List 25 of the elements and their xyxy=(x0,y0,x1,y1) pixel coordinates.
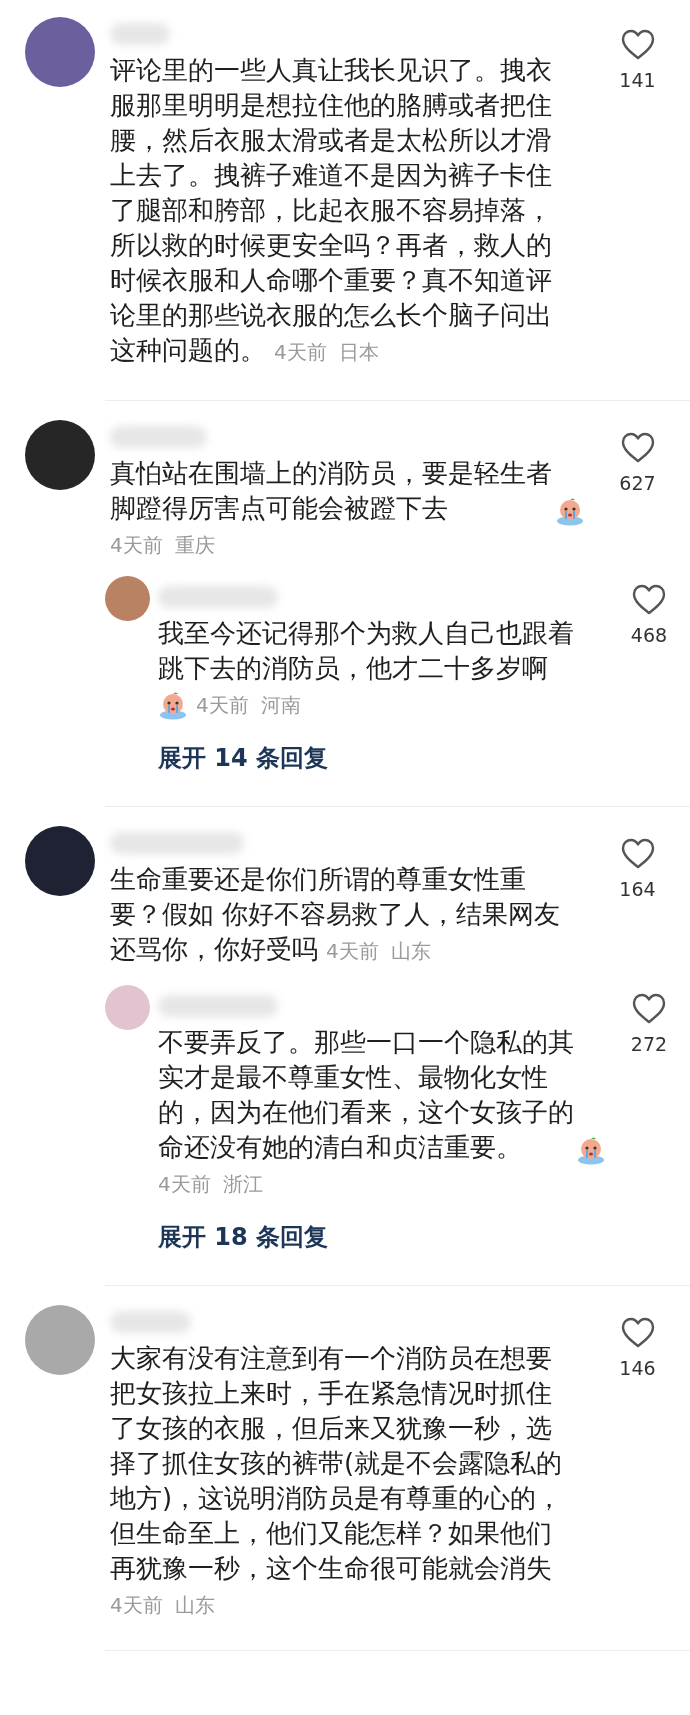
time-location: 4天前 山东 xyxy=(110,1592,216,1619)
comment-text: 不要弄反了。那些一口一个隐私的其实才是最不尊重女性、最物化女性的，因为在他们看来，这个女孩子的命还没有她的清白和贞洁重要。 xyxy=(158,1026,575,1164)
comment-text: 评论里的一些人真让我长见识了。拽衣服那里明明是想拉住他的胳膊或者把住腰，然后衣服太滑或者是太松所以才滑上去了。拽裤子难道不是因为裤子卡住了腿部和胯部，比起衣服不容易掉落，所以救的时候更安全吗？再者，救人的时候衣服和人命哪个重要？真不知道评论里的那些说衣服的怎么长个脑子问出这种问题的。 4天前 日本 xyxy=(110,54,553,367)
time-location: 4天前 重庆 xyxy=(110,532,216,559)
like-icon[interactable] xyxy=(632,993,666,1024)
comment-text: 我至今还记得那个为救人自己也跟着跳下去的消防员，他才二十多岁啊 xyxy=(158,617,575,685)
like-icon[interactable] xyxy=(620,432,655,463)
like-icon[interactable] xyxy=(620,1317,655,1348)
time-location: 4天前 河南 xyxy=(196,692,302,719)
like-count: 272 xyxy=(630,1032,668,1057)
blurred-username xyxy=(110,23,170,45)
like-icon[interactable] xyxy=(620,29,655,60)
like-icon[interactable] xyxy=(632,584,666,615)
like-count: 141 xyxy=(619,68,656,93)
comment-text: 生命重要还是你们所谓的尊重女性重要？假如 你好不容易救了人，结果网友还骂你，你好受吗 4天前 山东 xyxy=(110,863,562,966)
like-icon[interactable] xyxy=(620,838,655,869)
comment-text: 大家有没有注意到有一个消防员在想要把女孩拉上来时，手在紧急情况时抓住了女孩的衣服，但后来又犹豫一秒，选择了抓住女孩的裤带(就是不会露隐私的地方)，这说明消防员是有尊重的心的，但生命至上，他们又能怎样？如果他们再犹豫一秒，这个生命很可能就会消失 xyxy=(110,1342,564,1585)
comment-text: 真怕站在围墙上的消防员，要是轻生者脚蹬得厉害点可能会被蹬下去 xyxy=(110,457,553,525)
like-count: 468 xyxy=(630,623,668,648)
like-count: 627 xyxy=(619,471,656,496)
like-count: 146 xyxy=(619,1356,656,1381)
time-location: 4天前 浙江 xyxy=(158,1171,264,1198)
expand-replies-link[interactable]: 展开 18 条回复 xyxy=(158,1219,329,1255)
expand-replies-link[interactable]: 展开 14 条回复 xyxy=(158,740,329,776)
like-count: 164 xyxy=(619,877,656,902)
